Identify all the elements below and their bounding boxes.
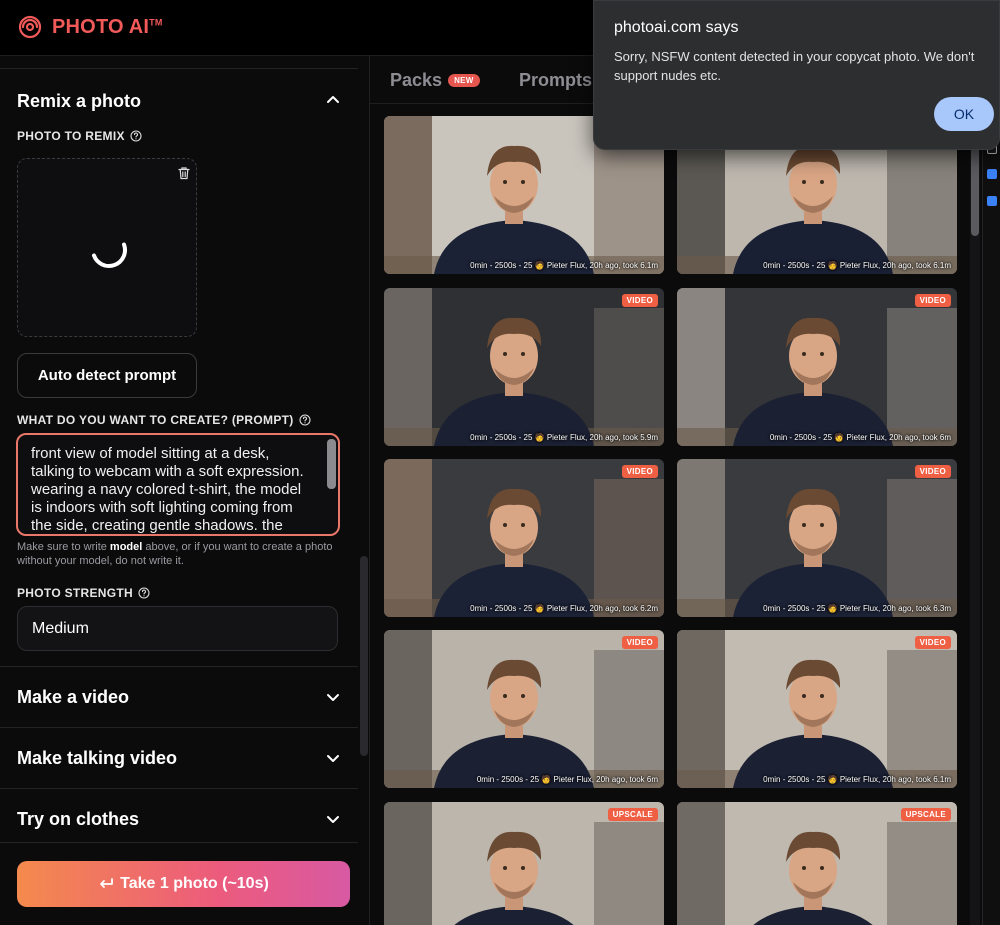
help-circle-icon[interactable] (130, 130, 142, 142)
photo-caption: 0min - 2500s - 25 🧑 Pieter Flux, 20h ago… (763, 261, 951, 270)
hint-text-pre: Make sure to write (17, 541, 110, 553)
results-scroll-thumb[interactable] (971, 146, 979, 236)
divider (0, 666, 358, 667)
photo-tag-badge: UPSCALE (900, 808, 951, 821)
photo-thumbnail[interactable]: VIDEO 0min - 2500s - 25 🧑 Pieter Flux, 20… (384, 288, 664, 446)
talking-video-section-title[interactable]: Make talking video (17, 748, 177, 769)
prompt-text: front view of model sitting at a desk, t… (31, 445, 304, 534)
divider (0, 788, 358, 789)
photo-tag-badge: VIDEO (621, 636, 658, 649)
chevron-up-icon[interactable] (324, 91, 342, 109)
brand-logo[interactable]: PHOTO AITM (16, 13, 163, 41)
photo-caption: 0min - 2500s - 25 🧑 Pieter Flux, 20h ago… (763, 775, 951, 784)
left-scrollbar[interactable] (360, 556, 368, 756)
tab-packs-label: Packs (390, 70, 443, 90)
photo-strength-select[interactable]: Medium (17, 606, 338, 651)
photo-tag-badge: VIDEO (621, 294, 658, 307)
prompt-label: WHAT DO YOU WANT TO CREATE? (PROMPT) (17, 413, 311, 427)
enter-key-icon (100, 878, 114, 888)
auto-detect-prompt-button[interactable]: Auto detect prompt (17, 353, 197, 398)
photo-to-remix-label: PHOTO TO REMIX (17, 129, 142, 143)
app-window: PHOTO AITM Remix a photo PHOTO TO REMIX … (0, 0, 1000, 925)
photo-tag-badge: VIDEO (914, 294, 951, 307)
divider (0, 727, 358, 728)
dialog-message: Sorry, NSFW content detected in your cop… (614, 49, 975, 83)
new-badge: NEW (448, 74, 480, 87)
take-photo-button[interactable]: Take 1 photo (~10s) (17, 861, 350, 907)
photo-image (677, 288, 957, 446)
remix-section-title[interactable]: Remix a photo (17, 91, 141, 112)
chevron-down-icon[interactable] (324, 749, 342, 767)
photo-thumbnail[interactable]: VIDEO 0min - 2500s - 25 🧑 Pieter Flux, 20… (384, 630, 664, 788)
dialog-title: photoai.com says (614, 19, 739, 36)
alert-dialog: photoai.com says Sorry, NSFW content det… (593, 0, 1000, 150)
prompt-textarea[interactable]: front view of model sitting at a desk, t… (16, 433, 340, 536)
chevron-down-icon[interactable] (324, 688, 342, 706)
results-scrollbar[interactable] (970, 116, 980, 925)
photo-thumbnail[interactable]: VIDEO 0min - 2500s - 25 🧑 Pieter Flux, 20… (677, 459, 957, 617)
trash-icon[interactable] (177, 166, 191, 180)
photo-image (384, 630, 664, 788)
brand-name: PHOTO AITM (52, 15, 163, 38)
tab-packs[interactable]: Packs NEW (390, 70, 480, 91)
prompt-scroll-thumb[interactable] (327, 439, 336, 489)
photo-strength-text: PHOTO STRENGTH (17, 586, 133, 600)
photo-image (677, 459, 957, 617)
checkbox-checked[interactable] (987, 196, 997, 206)
photo-strength-label: PHOTO STRENGTH (17, 586, 150, 600)
photo-thumbnail[interactable]: UPSCALE (384, 802, 664, 925)
photo-image (384, 459, 664, 617)
photo-thumbnail[interactable]: VIDEO 0min - 2500s - 25 🧑 Pieter Flux, 20… (384, 459, 664, 617)
results-area: Packs NEW Prompts 0min - 2500s - 25 🧑 Pi… (370, 56, 1000, 925)
photo-image (677, 630, 957, 788)
loading-spinner-icon (91, 242, 127, 268)
photo-tag-badge: VIDEO (914, 465, 951, 478)
photo-tag-badge: VIDEO (621, 465, 658, 478)
photo-caption: 0min - 2500s - 25 🧑 Pieter Flux, 20h ago… (470, 433, 658, 442)
tab-prompts[interactable]: Prompts (519, 70, 592, 91)
photo-to-remix-text: PHOTO TO REMIX (17, 129, 125, 143)
photo-tag-badge: VIDEO (914, 636, 951, 649)
help-circle-icon[interactable] (138, 587, 150, 599)
photo-caption: 0min - 2500s - 25 🧑 Pieter Flux, 20h ago… (470, 604, 658, 613)
try-on-clothes-section-title[interactable]: Try on clothes (17, 809, 139, 830)
side-strip (982, 56, 1000, 925)
photo-tag-badge: UPSCALE (607, 808, 658, 821)
photo-caption: 0min - 2500s - 25 🧑 Pieter Flux, 20h ago… (769, 433, 951, 442)
tab-prompts-label: Prompts (519, 70, 593, 90)
checkbox-checked[interactable] (987, 169, 997, 179)
prompt-hint: Make sure to write model above, or if yo… (17, 540, 337, 568)
prompt-label-text: WHAT DO YOU WANT TO CREATE? (PROMPT) (17, 413, 294, 427)
photo-thumbnail[interactable]: UPSCALE (677, 802, 957, 925)
help-circle-icon[interactable] (299, 414, 311, 426)
left-panel: Remix a photo PHOTO TO REMIX Auto detect… (0, 56, 370, 925)
logo-swirl-icon (18, 15, 42, 39)
photo-thumbnail[interactable]: VIDEO 0min - 2500s - 25 🧑 Pieter Flux, 20… (677, 288, 957, 446)
photo-caption: 0min - 2500s - 25 🧑 Pieter Flux, 20h ago… (476, 775, 658, 784)
photo-thumbnail[interactable]: VIDEO 0min - 2500s - 25 🧑 Pieter Flux, 20… (677, 630, 957, 788)
take-photo-label: Take 1 photo (~10s) (120, 875, 269, 892)
photo-image (384, 288, 664, 446)
prompt-scrollbar[interactable] (327, 439, 336, 532)
hint-text-bold: model (109, 541, 143, 553)
chevron-down-icon[interactable] (324, 810, 342, 828)
dialog-ok-button[interactable]: OK (934, 97, 994, 131)
photo-dropzone[interactable] (17, 158, 197, 337)
photo-caption: 0min - 2500s - 25 🧑 Pieter Flux, 20h ago… (470, 261, 658, 270)
photo-caption: 0min - 2500s - 25 🧑 Pieter Flux, 20h ago… (763, 604, 951, 613)
divider (0, 842, 358, 843)
divider (0, 68, 358, 69)
make-video-section-title[interactable]: Make a video (17, 687, 129, 708)
